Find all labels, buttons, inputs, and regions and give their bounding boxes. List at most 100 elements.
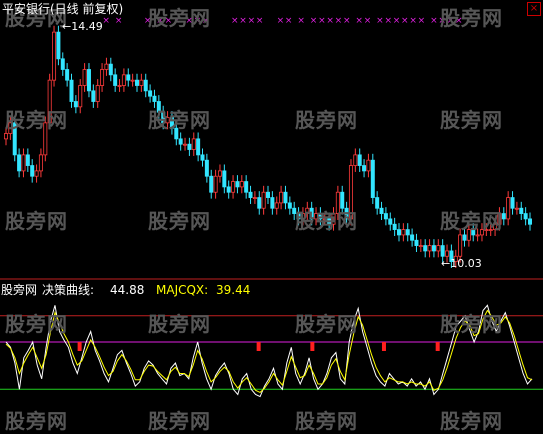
signal-bar xyxy=(256,342,261,351)
signal-bar xyxy=(310,342,315,351)
close-icon[interactable]: × xyxy=(527,2,541,16)
candle-body xyxy=(366,159,371,172)
candle-body xyxy=(38,154,43,172)
candle-body xyxy=(427,245,432,252)
candle-body xyxy=(213,175,218,193)
candle-body xyxy=(357,154,362,166)
candle-body xyxy=(126,74,131,81)
candle-body xyxy=(265,191,270,198)
candle-body xyxy=(279,191,284,204)
signal-marker: × xyxy=(310,16,318,26)
signal-marker: × xyxy=(239,16,247,26)
watermark: 股旁网 xyxy=(440,6,503,30)
candle-body xyxy=(362,165,367,172)
candle-body xyxy=(239,181,244,188)
watermark: 股旁网 xyxy=(440,108,503,132)
candle-body xyxy=(34,170,39,177)
watermark: 股旁网 xyxy=(295,209,358,233)
watermark: 股旁网 xyxy=(440,409,503,433)
candle-body xyxy=(73,101,78,108)
signal-marker: × xyxy=(102,16,110,26)
candle-body xyxy=(392,223,397,230)
watermark: 股旁网 xyxy=(295,312,358,336)
candle-body xyxy=(523,213,528,220)
watermark: 股旁网 xyxy=(148,312,211,336)
signal-marker: × xyxy=(248,16,256,26)
signal-marker: × xyxy=(355,16,363,26)
signal-marker: × xyxy=(335,16,343,26)
candle-body xyxy=(78,85,83,108)
candle-body xyxy=(82,69,87,86)
signal-marker: × xyxy=(318,16,326,26)
candle-body xyxy=(134,79,139,86)
candle-body xyxy=(209,175,214,193)
candle-body xyxy=(21,154,26,172)
candle-body xyxy=(414,239,419,246)
candle-body xyxy=(196,138,201,156)
signal-bar xyxy=(381,342,386,351)
indicator-line1-label: 决策曲线: xyxy=(42,283,95,297)
indicator-line2-value: 39.44 xyxy=(216,283,251,297)
watermark: 股旁网 xyxy=(5,209,68,233)
candle-body xyxy=(383,213,388,220)
watermark: 股旁网 xyxy=(440,209,503,233)
high-price-value: 14.49 xyxy=(71,20,103,33)
candle-body xyxy=(191,138,196,150)
candle-body xyxy=(261,191,266,209)
candle-body xyxy=(178,138,183,145)
candle-body xyxy=(519,207,524,214)
signal-marker: × xyxy=(285,16,293,26)
candle-body xyxy=(148,90,153,97)
candle-body xyxy=(445,250,450,257)
candle-body xyxy=(510,197,515,209)
candle-body xyxy=(226,186,231,193)
candle-body xyxy=(139,79,144,86)
watermark: 股旁网 xyxy=(148,409,211,433)
signal-marker: × xyxy=(430,16,438,26)
candle-body xyxy=(187,143,192,150)
watermark: 股旁网 xyxy=(440,312,503,336)
candle-body xyxy=(396,229,401,236)
candle-body xyxy=(4,133,9,140)
indicator-signal-bars xyxy=(77,342,440,351)
candle-body xyxy=(248,191,253,198)
candle-body xyxy=(401,229,406,236)
candle-body xyxy=(506,197,511,220)
candle-body xyxy=(121,74,126,86)
candle-body xyxy=(270,197,275,209)
candle-body xyxy=(100,69,105,86)
signal-marker: × xyxy=(393,16,401,26)
signal-marker: × xyxy=(401,16,409,26)
candle-body xyxy=(222,170,227,188)
candle-body xyxy=(17,154,22,172)
signal-marker: × xyxy=(364,16,372,26)
watermark: 股旁网 xyxy=(5,108,68,132)
signal-marker: × xyxy=(343,16,351,26)
candle-body xyxy=(458,234,463,257)
candle-body xyxy=(462,234,467,241)
watermark: 股旁网 xyxy=(295,108,358,132)
chart-title: 平安银行(日线 前复权) xyxy=(2,2,124,16)
candle-body xyxy=(104,63,109,70)
candle-body xyxy=(113,74,118,86)
indicator-line1-value: 44.88 xyxy=(110,283,145,297)
candle-body xyxy=(56,31,61,60)
signal-marker: × xyxy=(115,16,123,26)
candle-body xyxy=(60,58,65,70)
candle-body xyxy=(217,170,222,177)
candle-body xyxy=(274,202,279,209)
candle-body xyxy=(143,79,148,92)
candle-body xyxy=(418,245,423,247)
candle-body xyxy=(95,85,100,102)
candle-body xyxy=(244,181,249,193)
candle-body xyxy=(353,154,358,166)
candle-body xyxy=(514,207,519,210)
signal-bar xyxy=(77,342,82,351)
candle-body xyxy=(423,245,428,252)
low-price-label: ←10.03 xyxy=(441,257,482,270)
candle-body xyxy=(475,234,480,237)
watermark: 股旁网 xyxy=(148,108,211,132)
candle-body xyxy=(52,31,57,81)
candle-body xyxy=(86,69,91,92)
candle-body xyxy=(25,154,30,166)
